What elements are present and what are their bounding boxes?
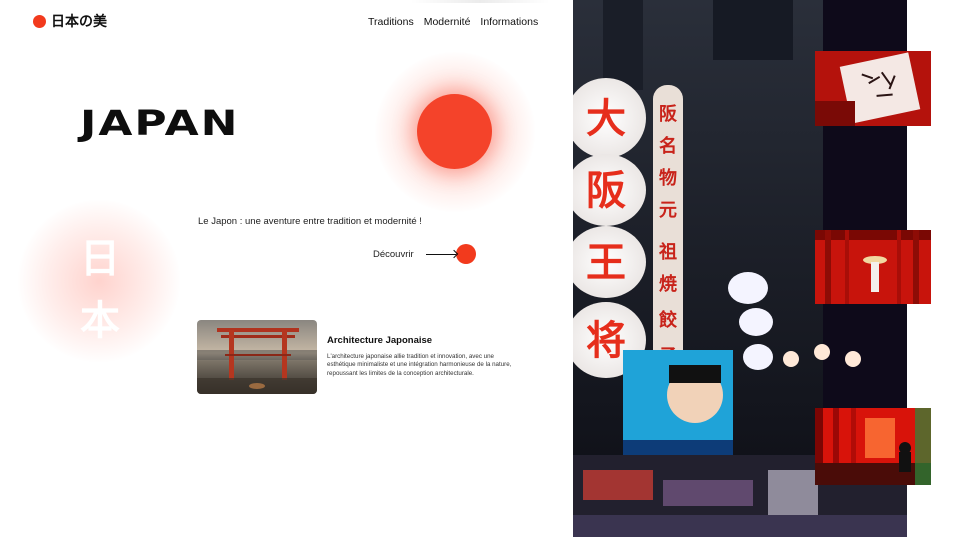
torii-gate-image[interactable]	[197, 320, 317, 394]
discover-button[interactable]: Découvrir	[373, 244, 476, 264]
svg-text:焼: 焼	[659, 273, 677, 295]
svg-text:阪: 阪	[659, 103, 678, 125]
nav-item-informations[interactable]: Informations	[480, 16, 538, 28]
svg-text:名: 名	[659, 135, 677, 157]
arrow-right-icon	[425, 249, 458, 259]
svg-text:祖: 祖	[658, 241, 677, 263]
discover-label: Découvrir	[373, 248, 414, 260]
svg-text:阪: 阪	[586, 168, 626, 214]
logo-text: 日本の美	[51, 14, 107, 30]
svg-text:将: 将	[586, 318, 626, 364]
logo-dot-icon	[33, 14, 46, 28]
logo[interactable]: 日本の美	[33, 11, 107, 31]
main-nav: Traditions Modernité Informations	[368, 16, 538, 28]
kanji-bottom: 本	[80, 298, 120, 344]
header-shadow	[410, 0, 550, 3]
kanji-top: 日	[80, 236, 120, 282]
svg-text:王: 王	[586, 240, 626, 286]
svg-text:餃: 餃	[659, 309, 678, 331]
svg-text:元: 元	[659, 200, 677, 221]
rising-sun-icon	[417, 94, 492, 169]
discover-dot-icon[interactable]	[455, 244, 476, 264]
shrine-corridor-thumbnail[interactable]	[815, 230, 931, 304]
torii-tunnel-thumbnail[interactable]	[815, 408, 931, 485]
nav-item-modernite[interactable]: Modernité	[424, 16, 471, 28]
article-title: Architecture Japonaise	[327, 335, 433, 346]
calligraphy-thumbnail[interactable]	[815, 51, 931, 126]
nav-item-traditions[interactable]: Traditions	[368, 16, 414, 28]
kanji-vertical: 日 本	[78, 228, 122, 352]
hero-title: Japan	[80, 104, 240, 144]
hero-tagline: Le Japon : une aventure entre tradition …	[198, 216, 422, 227]
svg-text:物: 物	[659, 167, 677, 189]
article-text: L'architecture japonaise allie tradition…	[327, 353, 512, 377]
svg-text:大: 大	[586, 96, 626, 142]
